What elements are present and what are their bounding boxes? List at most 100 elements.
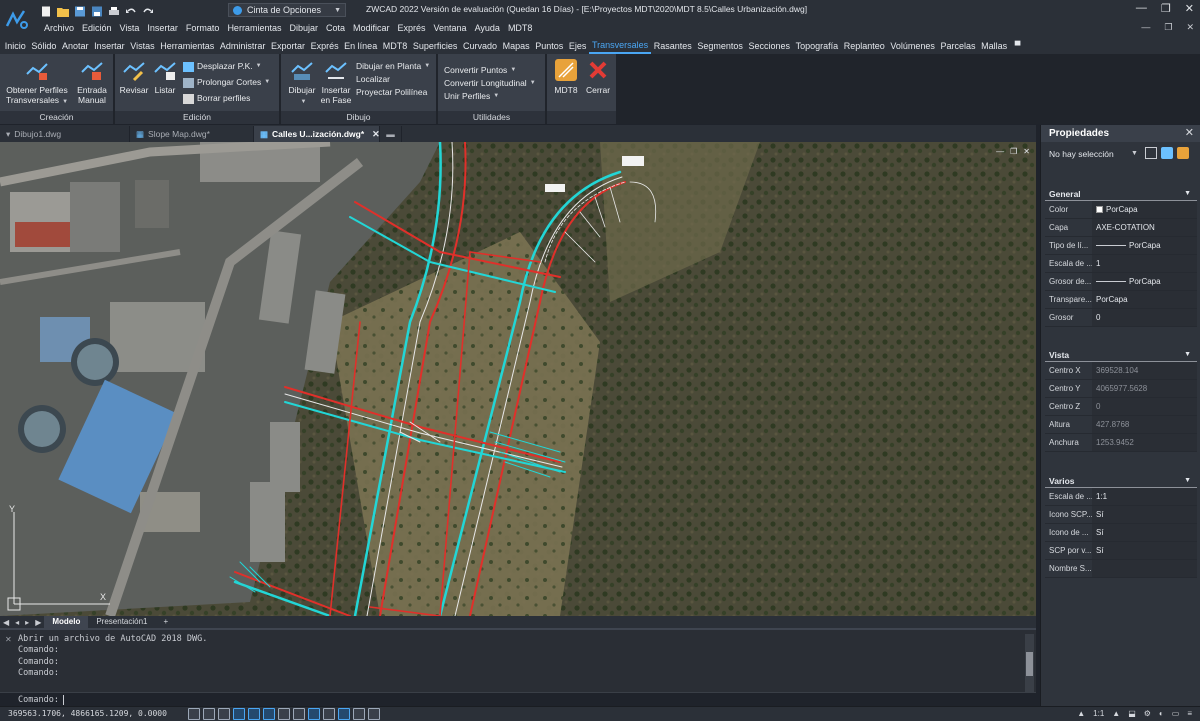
prop-row-icono-scp[interactable]: Icono SCP... Sí (1045, 506, 1197, 524)
desplazar-pk-button[interactable]: Desplazar P.K. ▼ (183, 61, 262, 72)
menu-insertar[interactable]: Insertar (143, 22, 182, 34)
tab-solido[interactable]: Sólido (29, 38, 60, 54)
annotation-scale-value[interactable]: 1:1 (1093, 709, 1104, 718)
convertir-longitudinal-button[interactable]: Convertir Longitudinal ▼ (444, 78, 536, 89)
prop-row-color[interactable]: Color PorCapa (1045, 201, 1197, 219)
menu-modificar[interactable]: Modificar (349, 22, 394, 34)
menu-ayuda[interactable]: Ayuda (471, 22, 504, 34)
lock-icon[interactable]: ⬓ (1128, 709, 1136, 718)
prop-row-tipo-linea[interactable]: Tipo de lí... PorCapa (1045, 237, 1197, 255)
zwcad-logo-icon[interactable] (4, 8, 30, 30)
prop-row-grosor-linea[interactable]: Grosor de... PorCapa (1045, 273, 1197, 291)
tab-replanteo[interactable]: Replanteo (841, 38, 888, 54)
tab-inicio[interactable]: Inicio (2, 38, 29, 54)
grid-toggle-icon[interactable] (188, 708, 200, 720)
osnap-toggle-icon[interactable] (248, 708, 260, 720)
pickadd-icon[interactable] (1177, 147, 1189, 159)
ducs-toggle-icon[interactable] (278, 708, 290, 720)
tab-insertar[interactable]: Insertar (91, 38, 127, 54)
mdt8-button[interactable]: MDT8 (551, 58, 581, 95)
prop-row-escala-anotacion[interactable]: Escala de ... 1:1 (1045, 488, 1197, 506)
scroll-thumb[interactable] (1026, 652, 1033, 676)
customize-icon[interactable]: ≡ (1187, 709, 1192, 718)
viewport-minimize-icon[interactable]: — (996, 147, 1004, 156)
dibujar-button[interactable]: Dibujar ▼ (285, 58, 319, 107)
cerrar-button[interactable]: Cerrar (583, 58, 613, 95)
workspace-select[interactable]: Cinta de Opciones ▼ (228, 3, 346, 17)
prev-layout-icon[interactable]: ◂ (12, 618, 22, 627)
selection-dropdown[interactable]: No hay selección ▼ (1041, 142, 1200, 166)
tab-puntos[interactable]: Puntos (532, 38, 566, 54)
tab-segmentos[interactable]: Segmentos (695, 38, 746, 54)
viewport-restore-icon[interactable]: ❐ (1010, 147, 1017, 156)
menu-expres[interactable]: Exprés (394, 22, 430, 34)
revisar-button[interactable]: Revisar (118, 58, 150, 95)
workspace-settings-icon[interactable]: ⚙ (1144, 709, 1151, 718)
menu-archivo[interactable]: Archivo (40, 22, 78, 34)
prolongar-cortes-button[interactable]: Prolongar Cortes ▼ (183, 77, 270, 88)
layout-tab-presentacion1[interactable]: Presentación1 (88, 616, 155, 628)
doc-maximize-button[interactable]: ❐ (1164, 22, 1172, 33)
snap-toggle-icon[interactable] (203, 708, 215, 720)
convertir-puntos-button[interactable]: Convertir Puntos ▼ (444, 65, 516, 76)
section-head-general[interactable]: General ▼ (1045, 187, 1197, 201)
isolate-objects-icon[interactable]: ◐ (1159, 709, 1164, 718)
listar-button[interactable]: Listar (151, 58, 179, 95)
prop-row-centro-y[interactable]: Centro Y 4065977.5628 (1045, 380, 1197, 398)
prop-row-scp-por-vista[interactable]: SCP por v... Sí (1045, 542, 1197, 560)
tab-secciones[interactable]: Secciones (746, 38, 793, 54)
annotation-monitor-icon[interactable] (353, 708, 365, 720)
tab-topografia[interactable]: Topografía (793, 38, 841, 54)
menu-cota[interactable]: Cota (322, 22, 349, 34)
menu-mdt8[interactable]: MDT8 (504, 22, 537, 34)
prop-row-centro-z[interactable]: Centro Z 0 (1045, 398, 1197, 416)
layout-tab-add[interactable]: + (156, 616, 177, 628)
tab-anotar[interactable]: Anotar (59, 38, 91, 54)
lineweight-toggle-icon[interactable] (308, 708, 320, 720)
dibujar-en-planta-button[interactable]: Dibujar en Planta ▼ (356, 61, 430, 72)
prop-row-altura[interactable]: Altura 427.8768 (1045, 416, 1197, 434)
prop-row-escala[interactable]: Escala de ... 1 (1045, 255, 1197, 273)
obtener-perfiles-button[interactable]: Obtener Perfiles Transversales ▼ (5, 58, 69, 107)
doc-minimize-button[interactable]: — (1141, 22, 1150, 33)
tab-vistas[interactable]: Vistas (127, 38, 157, 54)
tab-expres[interactable]: Exprés (308, 38, 342, 54)
menu-herramientas[interactable]: Herramientas (223, 22, 285, 34)
annotation-visibility-icon[interactable]: ▲ (1112, 709, 1120, 718)
entrada-manual-button[interactable]: Entrada Manual (73, 58, 111, 105)
prop-row-icono-de[interactable]: Icono de ... Sí (1045, 524, 1197, 542)
menu-ventana[interactable]: Ventana (430, 22, 471, 34)
tab-volumenes[interactable]: Volúmenes (888, 38, 938, 54)
tab-curvado[interactable]: Curvado (460, 38, 500, 54)
quick-select-icon[interactable] (1145, 147, 1157, 159)
tab-mallas[interactable]: Mallas (978, 38, 1010, 54)
polar-toggle-icon[interactable] (233, 708, 245, 720)
tab-administrar[interactable]: Administrar (217, 38, 268, 54)
ribbon-minimize-icon[interactable]: ▀ (1012, 38, 1023, 54)
undo-icon[interactable] (125, 6, 137, 17)
close-button[interactable]: ✕ (1185, 2, 1194, 15)
ortho-toggle-icon[interactable] (218, 708, 230, 720)
redo-icon[interactable] (142, 6, 154, 17)
open-folder-icon[interactable] (57, 6, 69, 17)
quick-properties-icon[interactable] (368, 708, 380, 720)
borrar-perfiles-button[interactable]: Borrar perfiles (183, 93, 250, 104)
selection-cycling-icon[interactable] (338, 708, 350, 720)
annotation-scale-icon[interactable]: ▲ (1077, 709, 1085, 718)
unir-perfiles-button[interactable]: Unir Perfiles ▼ (444, 91, 499, 102)
last-layout-icon[interactable]: ▶ (32, 618, 44, 627)
section-head-varios[interactable]: Varios ▼ (1045, 474, 1197, 488)
close-panel-icon[interactable]: ✕ (1185, 125, 1194, 142)
command-close-icon[interactable]: ✕ (5, 635, 12, 644)
fullscreen-icon[interactable]: ▭ (1172, 709, 1180, 718)
doc-tab-dibujo1[interactable]: ▾ Dibujo1.dwg (0, 126, 130, 142)
menu-edicion[interactable]: Edición (78, 22, 116, 34)
prop-row-anchura[interactable]: Anchura 1253.9452 (1045, 434, 1197, 452)
tab-en-linea[interactable]: En línea (341, 38, 380, 54)
doc-tab-slope-map[interactable]: ▦ Slope Map.dwg* (130, 126, 254, 142)
first-layout-icon[interactable]: ◀ (0, 618, 12, 627)
localizar-button[interactable]: Localizar (356, 74, 390, 85)
dyn-toggle-icon[interactable] (293, 708, 305, 720)
tab-parcelas[interactable]: Parcelas (938, 38, 979, 54)
prop-row-nombre-scp[interactable]: Nombre S... (1045, 560, 1197, 578)
